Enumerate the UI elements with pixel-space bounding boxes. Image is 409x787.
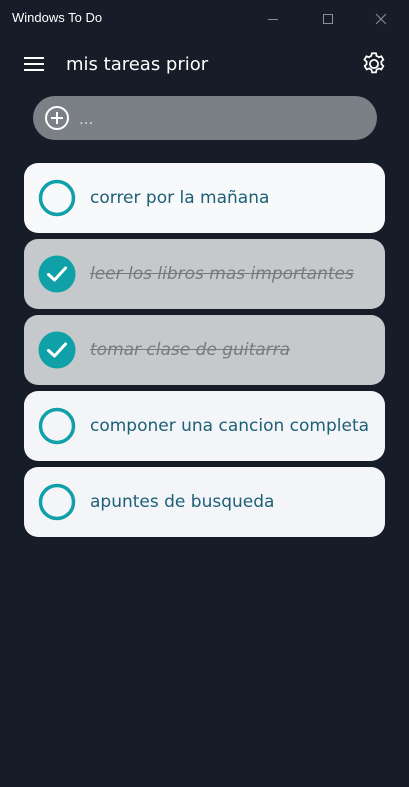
window-title: Windows To Do <box>12 10 103 25</box>
app-window: Windows To Do mis tareas prior ... corre… <box>0 0 409 787</box>
maximize-icon <box>323 14 333 24</box>
settings-button[interactable] <box>360 50 388 78</box>
task-item[interactable]: apuntes de busqueda <box>24 467 385 537</box>
plus-circle-icon[interactable] <box>44 105 70 131</box>
add-task-input[interactable] <box>77 104 361 134</box>
task-item[interactable]: componer una cancion completa <box>24 391 385 461</box>
header: mis tareas prior <box>0 44 409 88</box>
add-task-bar[interactable] <box>33 96 377 140</box>
minimize-button[interactable] <box>250 6 296 32</box>
close-button[interactable] <box>358 6 404 32</box>
check-circle-icon[interactable] <box>38 331 76 369</box>
task-label: leer los libros mas importantes <box>90 264 354 284</box>
task-label: correr por la mañana <box>90 188 270 208</box>
task-label: componer una cancion completa <box>90 416 370 436</box>
check-circle-icon[interactable] <box>38 255 76 293</box>
minimize-icon <box>268 19 278 20</box>
maximize-button[interactable] <box>305 6 351 32</box>
task-label: tomar clase de guitarra <box>90 340 291 360</box>
hamburger-menu-icon[interactable] <box>24 54 46 72</box>
task-item[interactable]: correr por la mañana <box>24 163 385 233</box>
gear-icon <box>363 52 385 74</box>
circle-icon[interactable] <box>38 407 76 445</box>
circle-icon[interactable] <box>38 179 76 217</box>
task-label: apuntes de busqueda <box>90 492 275 512</box>
task-item[interactable]: tomar clase de guitarra <box>24 315 385 385</box>
page-title: mis tareas prior <box>66 54 209 75</box>
circle-icon[interactable] <box>38 483 76 521</box>
title-bar: Windows To Do <box>0 0 409 38</box>
task-item[interactable]: leer los libros mas importantes <box>24 239 385 309</box>
close-icon <box>375 13 387 25</box>
